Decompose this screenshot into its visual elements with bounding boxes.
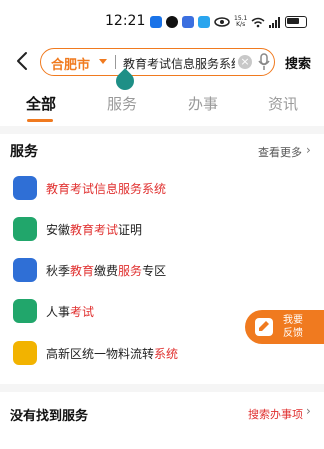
chevron-right-icon[interactable]: › bbox=[306, 404, 311, 418]
clipboard-icon bbox=[13, 299, 37, 323]
status-icons: 15.1 K/s bbox=[150, 14, 308, 30]
search-button[interactable]: 搜索 bbox=[285, 53, 311, 72]
service-item-label: 人事考试 bbox=[46, 305, 95, 319]
folder-icon bbox=[13, 341, 37, 365]
tab-indicator bbox=[27, 119, 53, 122]
chevron-down-icon[interactable] bbox=[99, 59, 107, 64]
service-item[interactable]: 秋季教育缴费服务专区 bbox=[0, 256, 324, 286]
search-row: 合肥市 教育考试信息服务系统 × 搜索 bbox=[0, 44, 324, 80]
search-affairs-link[interactable]: 搜索办事项 bbox=[248, 406, 303, 422]
feedback-button[interactable]: 我要 反馈 bbox=[245, 310, 324, 344]
section-divider bbox=[0, 384, 324, 392]
not-found-title: 没有找到服务 bbox=[10, 409, 89, 424]
service-item-label: 教育考试信息服务系统 bbox=[46, 182, 167, 196]
status-bar: 12:21 15.1 K/s bbox=[0, 0, 324, 42]
tab-news[interactable]: 资讯 bbox=[268, 93, 298, 114]
feedback-label: 我要 反馈 bbox=[283, 315, 303, 339]
tab-affairs[interactable]: 办事 bbox=[188, 93, 218, 114]
status-time: 12:21 bbox=[105, 13, 146, 29]
clear-icon[interactable]: × bbox=[238, 55, 252, 69]
service-item-label: 安徽教育考试证明 bbox=[46, 223, 143, 237]
id-card-icon bbox=[13, 176, 37, 200]
section-divider bbox=[0, 126, 324, 134]
tab-all[interactable]: 全部 bbox=[26, 93, 56, 114]
back-arrow-icon[interactable] bbox=[12, 50, 34, 72]
signal-icon bbox=[269, 16, 281, 28]
battery-icon bbox=[285, 16, 308, 28]
layers-icon bbox=[13, 217, 37, 241]
app-notification-icon bbox=[150, 16, 162, 28]
service-item[interactable]: 教育考试信息服务系统 bbox=[0, 174, 324, 204]
app-notification-icon bbox=[182, 16, 194, 28]
microphone-icon[interactable] bbox=[257, 53, 271, 71]
eye-icon bbox=[214, 17, 230, 27]
section-title: 服务 bbox=[10, 144, 38, 160]
service-item-label: 高新区统一物料流转系统 bbox=[46, 347, 179, 361]
service-item-label: 秋季教育缴费服务专区 bbox=[46, 264, 167, 278]
divider bbox=[115, 55, 116, 69]
tab-bar: 全部 服务 办事 资讯 bbox=[0, 90, 324, 124]
city-selector[interactable]: 合肥市 bbox=[51, 54, 90, 73]
wifi-icon bbox=[251, 17, 265, 27]
view-more-link[interactable]: 查看更多 bbox=[258, 144, 302, 160]
chevron-right-icon[interactable]: › bbox=[306, 143, 311, 157]
search-box[interactable]: 合肥市 教育考试信息服务系统 × bbox=[40, 48, 275, 76]
edit-icon bbox=[255, 318, 273, 336]
qq-icon bbox=[166, 16, 178, 28]
app-notification-icon bbox=[198, 16, 210, 28]
service-item[interactable]: 安徽教育考试证明 bbox=[0, 215, 324, 245]
book-icon bbox=[13, 258, 37, 282]
tab-services[interactable]: 服务 bbox=[107, 93, 137, 114]
net-speed: 15.1 K/s bbox=[234, 15, 248, 28]
search-input[interactable]: 教育考试信息服务系统 bbox=[123, 55, 235, 72]
